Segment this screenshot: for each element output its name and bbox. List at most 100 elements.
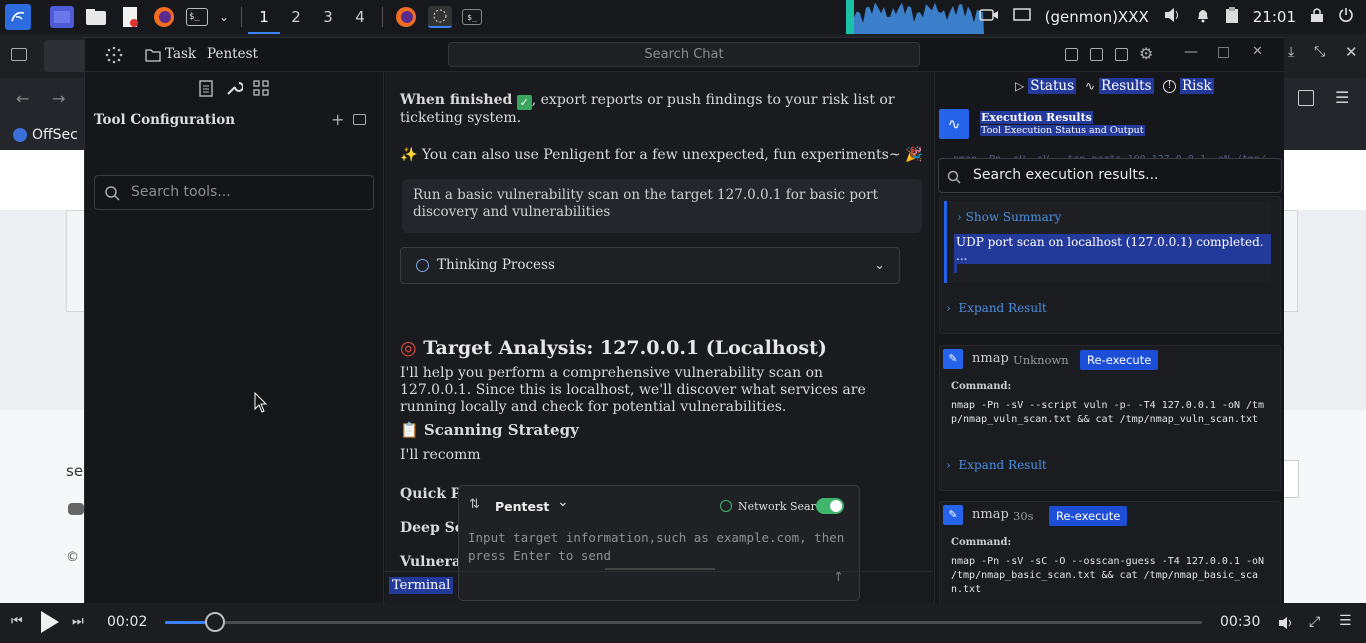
back-icon[interactable]: ←	[16, 89, 29, 108]
thinking-process-toggle[interactable]: Thinking Process ⌄	[400, 247, 900, 284]
menu-task[interactable]: Task	[165, 46, 196, 62]
seek-bar[interactable]	[165, 612, 1202, 632]
files-icon[interactable]	[84, 6, 108, 28]
volume-icon[interactable]	[1278, 615, 1294, 634]
chat-paragraph: I'll help you perform a comprehensive vu…	[400, 365, 866, 415]
chat-composer: ⇅ Pentest ⌄ Network Search Input target …	[458, 485, 860, 601]
resize-handle[interactable]	[605, 568, 715, 570]
kali-menu-icon[interactable]	[5, 4, 31, 30]
tab-risk[interactable]: ! Risk	[1163, 77, 1214, 95]
toggle-knob	[830, 500, 842, 512]
command-label: Command:	[951, 381, 1012, 392]
composer-input[interactable]: Input target information,such as example…	[468, 529, 854, 565]
tab-results[interactable]: ∿ Results	[1085, 77, 1154, 95]
workspace-3[interactable]: 3	[312, 0, 344, 34]
terminal-tab[interactable]: Terminal	[389, 577, 454, 594]
minimize-icon[interactable]: —	[1184, 44, 1198, 60]
system-tray: (genmon)XXX 21:01	[978, 0, 1366, 34]
close-window-icon[interactable]: ✕	[1252, 44, 1263, 59]
mouse-cursor	[254, 392, 268, 413]
fullscreen-icon[interactable]: ⤢	[1309, 614, 1320, 630]
chat-partial-line: I'll recomm	[400, 447, 481, 463]
activity-icon: ∿	[1085, 79, 1096, 93]
penligent-window-icon[interactable]	[428, 6, 452, 28]
chevron-right-icon: ›	[957, 210, 962, 224]
offsec-bookmark[interactable]: OffSec	[32, 127, 78, 143]
chevron-right-icon: ›	[946, 301, 951, 315]
right-sidebar-toggle-icon[interactable]	[1115, 48, 1128, 61]
terminal-window-icon[interactable]: $_	[462, 9, 482, 25]
taskbar-divider	[382, 7, 383, 27]
forward-icon[interactable]: →	[52, 89, 65, 108]
skip-back-icon[interactable]: ⏮	[11, 614, 23, 629]
search-icon	[105, 186, 120, 205]
search-tools-input[interactable]: Search tools...	[94, 175, 374, 210]
bottom-panel-toggle-icon[interactable]	[1090, 48, 1103, 61]
cpu-graph	[846, 0, 986, 34]
result-card-summary: › Show Summary UDP port scan on localhos…	[939, 196, 1281, 334]
globe-icon	[720, 500, 732, 512]
skip-forward-icon[interactable]: ⏭	[72, 614, 84, 629]
browser-tab[interactable]	[44, 40, 84, 72]
chevron-down-icon[interactable]: ⌄	[218, 6, 230, 28]
maximize-icon[interactable]	[1218, 47, 1229, 58]
terminal-icon[interactable]: $_	[186, 8, 208, 26]
tool-config-title: Tool Configuration	[94, 112, 236, 128]
mode-select[interactable]: Pentest	[495, 499, 549, 514]
workspace-1[interactable]: 1	[248, 0, 280, 34]
expand-result-toggle[interactable]: › Expand Result	[946, 301, 1047, 315]
folder-icon	[145, 47, 161, 66]
target-icon: ◎	[400, 337, 417, 359]
search-icon	[947, 169, 961, 188]
mode-chevron-icon[interactable]: ⌄	[557, 494, 569, 510]
wrench-icon[interactable]	[226, 79, 244, 100]
send-icon[interactable]: ↑	[833, 570, 844, 585]
screen-icon[interactable]	[1012, 8, 1031, 26]
search-chat-input[interactable]: Search Chat	[448, 42, 920, 67]
bell-icon[interactable]	[1195, 7, 1211, 27]
discord-icon[interactable]	[68, 503, 84, 515]
desktop-icon[interactable]	[50, 6, 74, 28]
workspace-2[interactable]: 2	[280, 0, 312, 34]
power-icon[interactable]	[1338, 7, 1354, 27]
camera-icon[interactable]	[978, 8, 999, 26]
lock-icon[interactable]	[1310, 7, 1324, 27]
text-editor-icon[interactable]	[118, 6, 142, 28]
fullscreen-exit-icon[interactable]: ⤡	[1314, 44, 1325, 60]
reexecute-button[interactable]: Re-execute	[1049, 506, 1128, 526]
chat-line-fun: ✨ You can also use Penligent for a few u…	[400, 147, 922, 164]
tab-status[interactable]: ▷ Status	[1015, 77, 1077, 95]
search-execution-input[interactable]: Search execution results...	[938, 158, 1282, 193]
expand-result-toggle[interactable]: › Expand Result	[946, 458, 1047, 472]
document-icon[interactable]	[199, 80, 213, 101]
grid-icon[interactable]	[253, 80, 269, 100]
gear-icon[interactable]: ⚙	[1139, 44, 1153, 63]
taskbar-divider	[241, 7, 242, 27]
offsec-bookmark-icon[interactable]	[13, 128, 27, 142]
download-icon[interactable]: ⤓	[1288, 44, 1294, 60]
menu-pentest[interactable]: Pentest	[207, 46, 258, 62]
import-tool-icon[interactable]	[353, 114, 366, 125]
firefox-window-icon[interactable]	[394, 6, 418, 28]
tab-overview-icon[interactable]	[11, 48, 27, 61]
result-card-2: ✎ nmap 30s Re-execute Command: nmap -Pn …	[939, 501, 1281, 604]
tool-status: 30s	[1013, 509, 1034, 523]
volume-icon[interactable]	[1163, 7, 1181, 27]
firefox-icon[interactable]	[152, 6, 176, 28]
playlist-icon[interactable]: ☰	[1339, 613, 1352, 629]
reexecute-button[interactable]: Re-execute	[1080, 350, 1159, 370]
left-sidebar-toggle-icon[interactable]	[1065, 48, 1078, 61]
summary-toggle-label: Show Summary	[965, 210, 1062, 224]
play-icon[interactable]	[39, 609, 61, 639]
clipboard-icon[interactable]	[1225, 6, 1239, 28]
add-tool-icon[interactable]: +	[331, 110, 344, 129]
hamburger-menu-icon[interactable]: ☰	[1335, 88, 1349, 107]
network-search-toggle[interactable]	[816, 498, 844, 514]
check-icon: ✓	[516, 95, 532, 110]
seek-knob[interactable]	[204, 612, 225, 632]
extensions-icon[interactable]	[1298, 90, 1314, 106]
workspace-4[interactable]: 4	[344, 0, 376, 34]
close-icon[interactable]: ✕	[1345, 43, 1358, 61]
summary-toggle[interactable]: › Show Summary	[957, 210, 1061, 224]
swap-icon[interactable]: ⇅	[469, 497, 480, 512]
